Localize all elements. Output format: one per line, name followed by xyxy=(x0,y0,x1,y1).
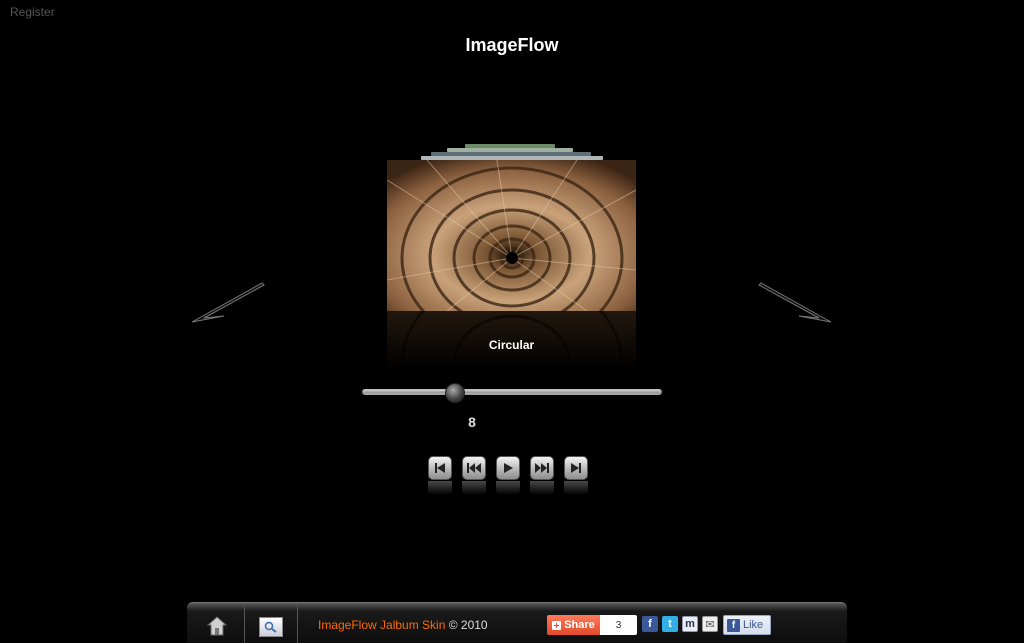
current-image[interactable] xyxy=(387,160,636,311)
home-icon xyxy=(206,616,228,636)
share-label-box: Share xyxy=(547,615,600,635)
spiral-staircase-image xyxy=(387,160,636,311)
next-icon xyxy=(535,463,549,473)
myspace-icon[interactable]: m xyxy=(682,616,698,632)
email-icon[interactable]: ✉ xyxy=(702,616,718,632)
playback-controls xyxy=(428,456,588,495)
facebook-icon[interactable]: f xyxy=(642,616,658,632)
home-button[interactable] xyxy=(206,615,228,637)
footer-credit: ImageFlow Jalbum Skin © 2010 xyxy=(318,618,488,632)
image-slider[interactable] xyxy=(362,383,662,403)
facebook-icon: f xyxy=(727,618,740,632)
first-button[interactable] xyxy=(428,456,452,495)
footer-divider xyxy=(297,603,298,643)
facebook-like-button[interactable]: f Like xyxy=(723,615,771,635)
footer-divider xyxy=(244,603,245,643)
search-icon xyxy=(264,621,277,633)
register-link[interactable]: Register xyxy=(10,5,55,19)
previous-icon xyxy=(467,463,481,473)
share-button[interactable]: Share 3 xyxy=(547,615,637,635)
twitter-icon[interactable]: t xyxy=(662,616,678,632)
page-title: ImageFlow xyxy=(465,35,559,55)
skin-credit-link[interactable]: ImageFlow Jalbum Skin xyxy=(318,618,445,632)
previous-image-arrow[interactable] xyxy=(190,280,266,326)
slider-thumb[interactable] xyxy=(444,383,465,403)
play-button[interactable] xyxy=(496,456,520,495)
share-label: Share xyxy=(564,619,595,631)
last-button[interactable] xyxy=(564,456,588,495)
like-label: Like xyxy=(743,619,764,631)
plus-icon xyxy=(552,620,562,630)
arrow-right-icon xyxy=(758,282,832,323)
copyright-text: © 2010 xyxy=(445,618,488,632)
next-image-arrow[interactable] xyxy=(757,280,833,326)
first-icon xyxy=(435,463,445,473)
previous-button[interactable] xyxy=(462,456,486,495)
arrow-left-icon xyxy=(191,282,265,323)
last-icon xyxy=(571,463,581,473)
footer-bar: ImageFlow Jalbum Skin © 2010 Share 3 f t… xyxy=(187,602,847,643)
search-button[interactable] xyxy=(259,617,283,637)
image-counter: 8 xyxy=(468,414,476,430)
play-icon xyxy=(504,463,513,473)
next-button[interactable] xyxy=(530,456,554,495)
share-count: 3 xyxy=(600,615,637,635)
image-caption: Circular xyxy=(488,338,535,352)
slider-track[interactable] xyxy=(362,389,662,395)
